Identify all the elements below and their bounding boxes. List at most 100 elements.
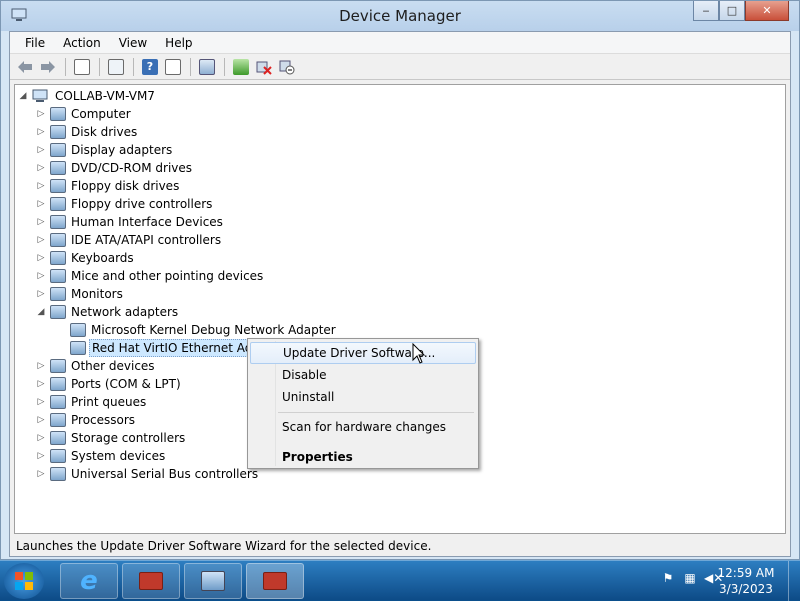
toolbar-separator	[190, 57, 191, 76]
tree-category-node[interactable]: ▷ Print queues	[35, 393, 148, 411]
properties-button[interactable]	[105, 57, 127, 77]
context-menu: Update Driver Software... Disable Uninst…	[247, 338, 479, 469]
disable-menu-item[interactable]: Disable	[250, 364, 476, 386]
tree-node-label: System devices	[71, 449, 166, 463]
tree-category-node[interactable]: ▷ Keyboards	[35, 249, 136, 267]
menu-action[interactable]: Action	[54, 36, 110, 50]
tree-category-node[interactable]: ▷ Ports (COM & LPT)	[35, 375, 183, 393]
disable-button[interactable]	[276, 57, 298, 77]
tree-category-node[interactable]: ▷ Human Interface Devices	[35, 213, 225, 231]
minimize-button[interactable]: ‒	[693, 1, 719, 21]
tree-node-label: Ports (COM & LPT)	[71, 377, 181, 391]
close-button[interactable]: ✕	[745, 1, 789, 21]
taskbar: e ⚑ ▦ ◀✕ 12:59 AM 3/3/2023	[0, 560, 800, 601]
expand-arrow-icon[interactable]: ▷	[35, 379, 47, 389]
collapse-arrow-icon[interactable]: ◢	[35, 307, 47, 317]
tree-root[interactable]: ◢ COLLAB-VM-VM7	[17, 87, 157, 105]
menu-help[interactable]: Help	[156, 36, 201, 50]
expand-arrow-icon[interactable]: ▷	[35, 361, 47, 371]
device-manager-icon	[263, 572, 287, 590]
tree-category-node[interactable]: ▷ Computer	[35, 105, 133, 123]
collapse-arrow-icon[interactable]: ◢	[17, 91, 29, 101]
tree-child-node[interactable]: Microsoft Kernel Debug Network Adapter	[55, 321, 338, 339]
expand-arrow-icon[interactable]: ▷	[35, 235, 47, 245]
forward-button[interactable]	[37, 57, 59, 77]
expand-arrow-icon[interactable]: ▷	[35, 397, 47, 407]
tree-category-node[interactable]: ▷ Other devices	[35, 357, 157, 375]
taskbar-control-panel[interactable]	[184, 563, 242, 599]
show-hide-console-tree-button[interactable]	[71, 57, 93, 77]
expand-arrow-icon[interactable]: ▷	[35, 109, 47, 119]
tree-category-node[interactable]: ▷ System devices	[35, 447, 167, 465]
scan-hardware-menu-item[interactable]: Scan for hardware changes	[250, 416, 476, 438]
network-icon[interactable]: ▦	[682, 571, 698, 587]
uninstall-menu-item[interactable]: Uninstall	[250, 386, 476, 408]
title-bar[interactable]: Device Manager ‒ □ ✕	[1, 1, 799, 31]
expand-arrow-icon[interactable]: ▷	[35, 199, 47, 209]
expand-arrow-icon[interactable]: ▷	[35, 289, 47, 299]
toolbar-separator	[65, 57, 66, 76]
tree-category-node[interactable]: ▷ Disk drives	[35, 123, 139, 141]
control-panel-icon	[201, 571, 225, 591]
display-adapter-icon	[50, 143, 66, 157]
menu-file[interactable]: File	[16, 36, 54, 50]
expand-arrow-icon[interactable]: ▷	[35, 181, 47, 191]
tree-child-node[interactable]: Red Hat VirtIO Ethernet Adap	[55, 339, 271, 357]
update-driver-software-menu-item[interactable]: Update Driver Software...	[250, 342, 476, 364]
expand-arrow-icon[interactable]: ▷	[35, 145, 47, 155]
toolbox-icon	[139, 572, 163, 590]
expand-arrow-icon[interactable]: ▷	[35, 163, 47, 173]
tree-node-label: IDE ATA/ATAPI controllers	[71, 233, 222, 247]
tree-node-label: Monitors	[71, 287, 123, 301]
tree-category-node[interactable]: ▷ IDE ATA/ATAPI controllers	[35, 231, 223, 249]
tree-category-node[interactable]: ▷ Display adapters	[35, 141, 174, 159]
tree-category-node[interactable]: ▷ DVD/CD-ROM drives	[35, 159, 194, 177]
taskbar-device-manager[interactable]	[246, 563, 304, 599]
tree-category-node[interactable]: ▷ Floppy disk drives	[35, 177, 181, 195]
menu-view[interactable]: View	[110, 36, 156, 50]
expand-arrow-icon[interactable]: ▷	[35, 433, 47, 443]
start-button[interactable]	[4, 563, 44, 599]
help-button[interactable]: ?	[139, 57, 161, 77]
port-icon	[50, 377, 66, 391]
expand-arrow-icon[interactable]: ▷	[35, 127, 47, 137]
tree-category-node[interactable]: ▷ Universal Serial Bus controllers	[35, 465, 260, 483]
clock-time: 12:59 AM	[717, 566, 775, 580]
tree-category-node[interactable]: ▷ Mice and other pointing devices	[35, 267, 265, 285]
mouse-cursor-icon	[412, 343, 426, 364]
uninstall-button[interactable]	[253, 57, 275, 77]
taskbar-toolbox[interactable]	[122, 563, 180, 599]
taskbar-internet-explorer[interactable]: e	[60, 563, 118, 599]
clock[interactable]: 12:59 AM 3/3/2023	[716, 565, 776, 597]
expand-arrow-icon[interactable]: ▷	[35, 469, 47, 479]
tree-node-label: Mice and other pointing devices	[71, 269, 264, 283]
system-device-icon	[50, 449, 66, 463]
expand-arrow-icon[interactable]: ▷	[35, 271, 47, 281]
network-adapter-icon	[70, 323, 86, 337]
tree-category-node[interactable]: ▷ Monitors	[35, 285, 125, 303]
expand-arrow-icon[interactable]: ▷	[35, 217, 47, 227]
usb-icon	[50, 467, 66, 481]
internet-explorer-icon: e	[80, 566, 98, 596]
toolbar: ?	[10, 54, 790, 80]
tree-node-label: Keyboards	[71, 251, 134, 265]
properties-menu-item[interactable]: Properties	[250, 446, 476, 468]
tree-category-node[interactable]: ▷ Processors	[35, 411, 137, 429]
show-desktop-button[interactable]	[788, 561, 800, 601]
expand-arrow-icon[interactable]: ▷	[35, 415, 47, 425]
scan-hardware-button[interactable]	[196, 57, 218, 77]
device-manager-window: Device Manager ‒ □ ✕ File Action View He…	[0, 0, 800, 560]
tree-category-node[interactable]: ▷ Storage controllers	[35, 429, 187, 447]
expand-arrow-icon[interactable]: ▷	[35, 451, 47, 461]
computer-icon	[32, 89, 48, 102]
tree-category-node[interactable]: ◢ Network adapters	[35, 303, 180, 321]
update-driver-button[interactable]	[230, 57, 252, 77]
expand-arrow-icon[interactable]: ▷	[35, 253, 47, 263]
toolbar-separator	[99, 57, 100, 76]
tree-category-node[interactable]: ▷ Floppy drive controllers	[35, 195, 214, 213]
flag-icon[interactable]: ⚑	[660, 571, 676, 587]
status-text: Launches the Update Driver Software Wiza…	[16, 539, 432, 553]
show-hide-action-pane-button[interactable]	[162, 57, 184, 77]
back-button[interactable]	[14, 57, 36, 77]
maximize-button[interactable]: □	[719, 1, 745, 21]
